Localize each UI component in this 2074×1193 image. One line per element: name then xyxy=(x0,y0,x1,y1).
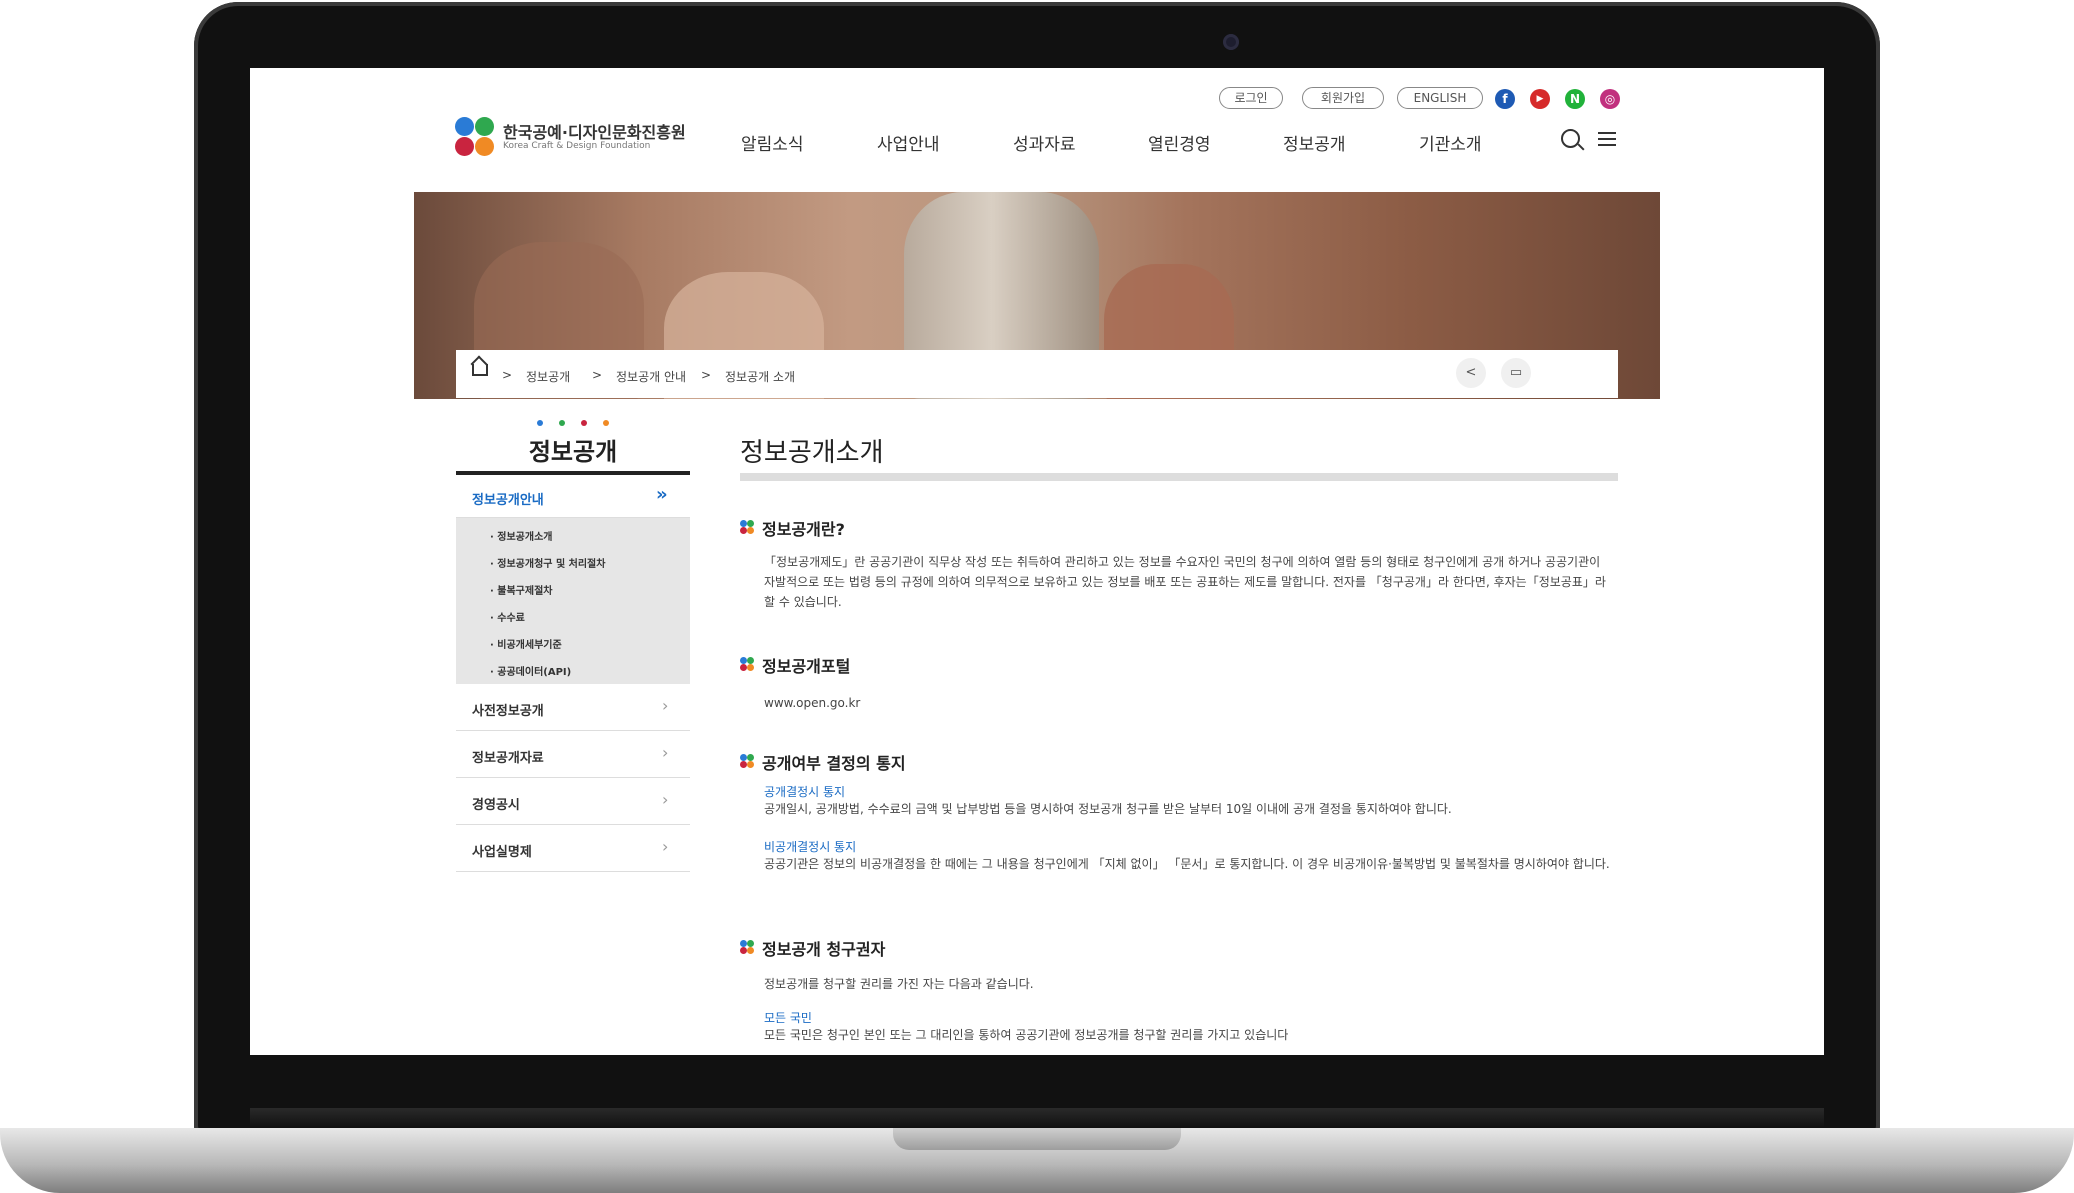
laptop-base-notch xyxy=(893,1128,1181,1150)
breadcrumb-item[interactable]: 정보공개 xyxy=(526,368,570,385)
lnb-sub-item[interactable]: · 정보공개청구 및 처리절차 xyxy=(490,555,605,570)
chevron-right-icon: › xyxy=(662,837,669,856)
lnb-sub-item[interactable]: · 불복구제절차 xyxy=(490,582,552,597)
chevron-right-icon: › xyxy=(662,743,669,762)
lnb-sub-item[interactable]: · 수수료 xyxy=(490,609,525,624)
lnb-item-label: 사전정보공개 xyxy=(472,704,544,719)
lnb-item[interactable]: 사업실명제 › xyxy=(456,825,690,872)
youtube-icon[interactable]: ▶ xyxy=(1530,89,1550,109)
lnb-submenu: · 정보공개소개 · 정보공개청구 및 처리절차 · 불복구제절차 · 수수료 … xyxy=(456,518,690,684)
portal-link[interactable]: www.open.go.kr xyxy=(764,693,1614,713)
lnb-item-label: 정보공개자료 xyxy=(472,751,544,766)
login-button[interactable]: 로그인 xyxy=(1219,87,1283,109)
breadcrumb: > 정보공개 > 정보공개 안내 > 정보공개 소개 < ▭ xyxy=(456,350,1618,398)
clover-icon xyxy=(740,657,754,671)
lnb-item[interactable]: 정보공개자료 › xyxy=(456,731,690,778)
section-heading: 정보공개란? xyxy=(762,520,845,539)
logo-mark[interactable] xyxy=(455,117,495,157)
section-text: 공공기관은 정보의 비공개결정을 한 때에는 그 내용을 청구인에게 「지체 없… xyxy=(764,857,1610,871)
section-heading: 정보공개 청구권자 xyxy=(762,940,886,959)
lnb-item[interactable]: 경영공시 › xyxy=(456,778,690,825)
breadcrumb-sep: > xyxy=(701,368,712,382)
chevron-right-icon: › xyxy=(662,790,669,809)
join-button[interactable]: 회원가입 xyxy=(1302,87,1384,109)
logo-korean-name: 한국공예·디자인문화진흥원 xyxy=(503,123,686,142)
subheading: 모든 국민 xyxy=(764,1011,812,1025)
lnb-item-label: 경영공시 xyxy=(472,798,520,813)
camera-icon xyxy=(1223,34,1239,50)
logo-english-name: Korea Craft & Design Foundation xyxy=(503,141,651,151)
laptop-hinge xyxy=(250,1108,1824,1130)
subheading: 공개결정시 통지 xyxy=(764,785,846,799)
lnb-item-label: 정보공개안내 xyxy=(472,493,544,508)
lnb-sub-item[interactable]: · 정보공개소개 xyxy=(490,528,552,543)
print-icon[interactable]: ▭ xyxy=(1501,358,1531,388)
gnb-about[interactable]: 기관소개 xyxy=(1419,130,1482,155)
breadcrumb-sep: > xyxy=(502,368,513,382)
subheading: 비공개결정시 통지 xyxy=(764,840,857,854)
gnb-notice[interactable]: 알림소식 xyxy=(741,130,804,155)
menu-icon[interactable] xyxy=(1598,132,1616,150)
lnb-item[interactable]: 사전정보공개 › xyxy=(456,684,690,731)
laptop-frame: 로그인 회원가입 ENGLISH f ▶ N ◎ 한국공예·디자인문화진흥원 K… xyxy=(0,0,2074,1193)
lnb-sub-item[interactable]: · 비공개세부기준 xyxy=(490,636,562,651)
gnb-results[interactable]: 성과자료 xyxy=(1013,130,1076,155)
clover-icon xyxy=(740,520,754,534)
chevron-right-icon: › xyxy=(662,696,669,715)
clover-icon xyxy=(740,940,754,954)
section-text: 모든 국민은 청구인 본인 또는 그 대리인을 통하여 공공기관에 정보공개를 … xyxy=(764,1028,1289,1042)
title-underline xyxy=(740,473,1618,481)
browser-screen: 로그인 회원가입 ENGLISH f ▶ N ◎ 한국공예·디자인문화진흥원 K… xyxy=(250,68,1824,1055)
lnb-item-label: 사업실명제 xyxy=(472,845,532,860)
page-title: 정보공개소개 xyxy=(740,438,884,468)
gnb-disclosure[interactable]: 정보공개 xyxy=(1283,130,1346,155)
search-icon[interactable] xyxy=(1561,129,1580,148)
section-text: 「정보공개제도」란 공공기관이 직무상 작성 또는 취득하여 관리하고 있는 정… xyxy=(764,555,1606,609)
breadcrumb-current: 정보공개 소개 xyxy=(725,370,796,384)
english-button[interactable]: ENGLISH xyxy=(1397,87,1483,109)
section-text: 정보공개를 청구할 권리를 가진 자는 다음과 같습니다. xyxy=(764,977,1034,991)
lnb-item-active[interactable]: 정보공개안내 » xyxy=(456,475,690,518)
section-heading: 공개여부 결정의 통지 xyxy=(762,754,906,773)
lnb-title: 정보공개 xyxy=(528,438,618,466)
gnb-management[interactable]: 열린경영 xyxy=(1148,130,1211,155)
home-icon[interactable] xyxy=(472,364,488,376)
section-text: 공개일시, 공개방법, 수수료의 금액 및 납부방법 등을 명시하여 정보공개 … xyxy=(764,802,1452,816)
lnb-sub-item[interactable]: · 공공데이터(API) xyxy=(490,663,571,678)
gnb-business[interactable]: 사업안내 xyxy=(877,130,940,155)
section-heading: 정보공개포털 xyxy=(762,657,851,676)
naver-icon[interactable]: N xyxy=(1565,89,1585,109)
double-chevron-icon: » xyxy=(656,484,668,505)
share-icon[interactable]: < xyxy=(1456,358,1486,388)
instagram-icon[interactable]: ◎ xyxy=(1600,89,1620,109)
breadcrumb-item[interactable]: 정보공개 안내 xyxy=(616,368,686,385)
facebook-icon[interactable]: f xyxy=(1495,89,1515,109)
clover-icon xyxy=(740,754,754,768)
breadcrumb-sep: > xyxy=(592,368,603,382)
